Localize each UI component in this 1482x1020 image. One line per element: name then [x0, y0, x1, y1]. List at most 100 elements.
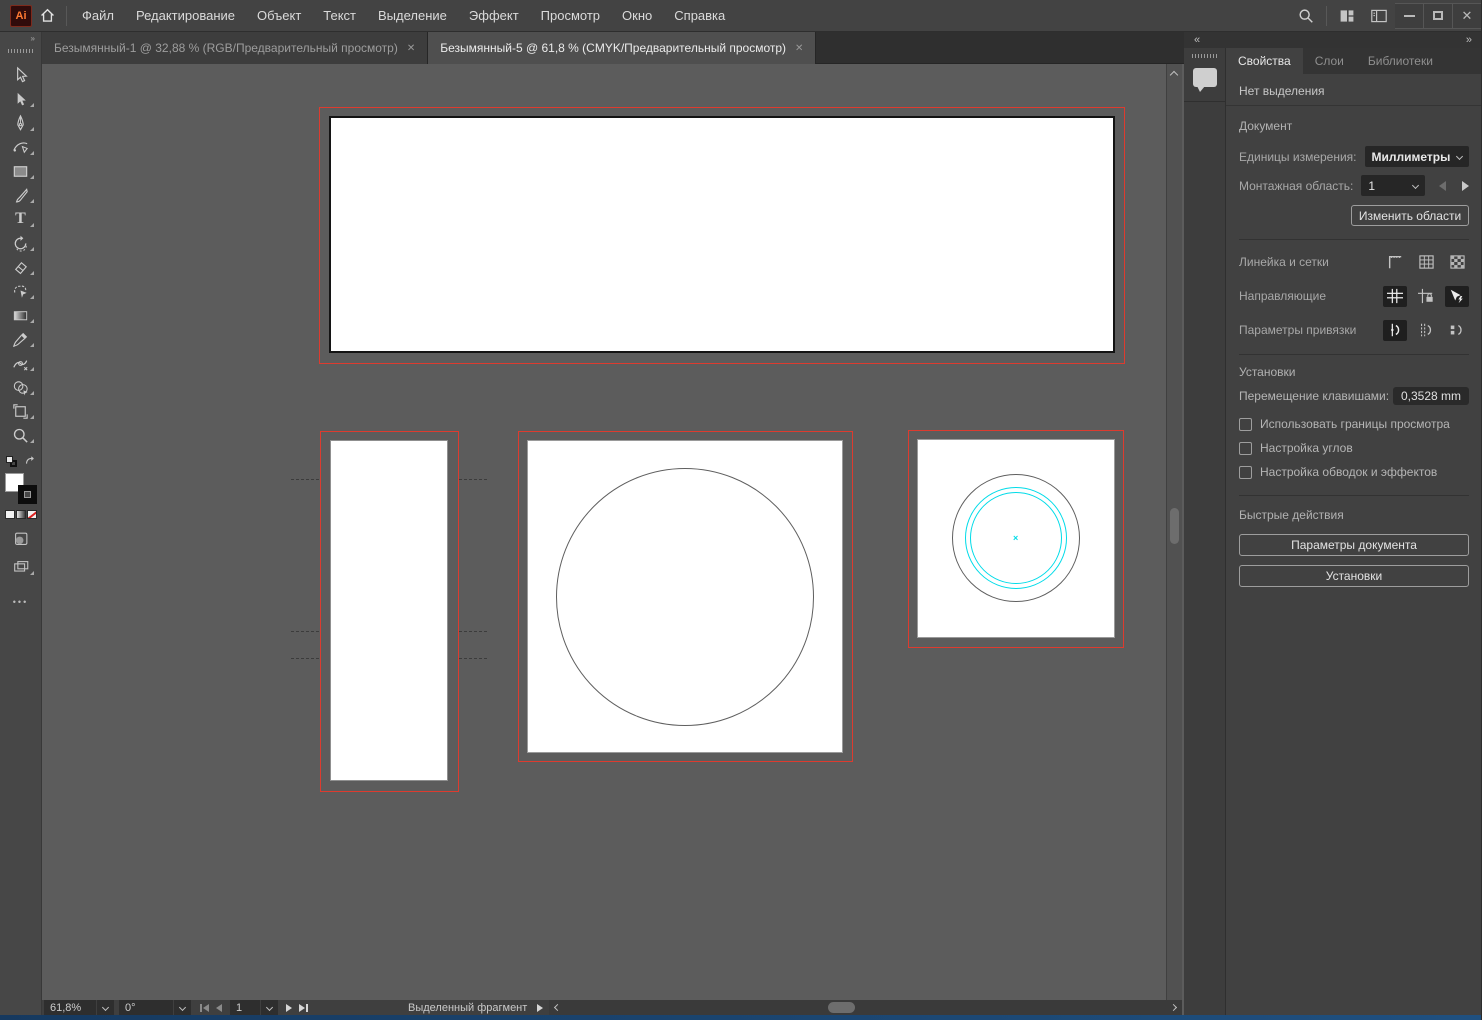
document-tab-2[interactable]: Безымянный-5 @ 61,8 % (CMYK/Предваритель…	[428, 32, 816, 64]
dock-grip-handle[interactable]	[1192, 54, 1218, 58]
stroke-swatch[interactable]	[18, 485, 37, 504]
home-icon[interactable]	[32, 0, 62, 32]
scroll-right-icon[interactable]	[1170, 1004, 1177, 1011]
curvature-tool-icon[interactable]	[0, 135, 42, 159]
snap-to-pixel-icon[interactable]	[1445, 320, 1469, 341]
previous-artboard-icon[interactable]	[1439, 181, 1446, 191]
next-artboard-icon[interactable]	[286, 1004, 292, 1012]
rotation-dropdown[interactable]: 0°	[119, 1000, 191, 1015]
snap-to-grid-icon[interactable]	[1414, 320, 1438, 341]
document-tab-1[interactable]: Безымянный-1 @ 32,88 % (RGB/Предваритель…	[42, 32, 428, 64]
horizontal-scroll-thumb[interactable]	[828, 1002, 855, 1013]
none-button[interactable]	[27, 510, 37, 519]
artboard-dropdown[interactable]: 1	[1361, 175, 1425, 196]
keyboard-increment-field[interactable]: 0,3528 mm	[1393, 387, 1469, 405]
color-button[interactable]	[5, 510, 15, 519]
comments-panel-icon[interactable]	[1193, 68, 1217, 87]
document-tab-2-label: Безымянный-5 @ 61,8 % (CMYK/Предваритель…	[440, 41, 786, 55]
artboard-navigation-dropdown[interactable]: 1	[230, 1000, 278, 1015]
menu-edit[interactable]: Редактирование	[125, 0, 246, 32]
lock-guides-icon[interactable]	[1414, 286, 1438, 307]
checkbox-scale-corners-label: Настройка углов	[1260, 441, 1353, 455]
arrange-documents-icon[interactable]	[1331, 0, 1363, 32]
zoom-level-dropdown[interactable]: 61,8%	[44, 1000, 114, 1015]
last-artboard-icon[interactable]	[299, 1004, 308, 1012]
checkbox-scale-strokes-effects[interactable]	[1239, 466, 1252, 479]
swap-fill-stroke-icon[interactable]	[24, 455, 36, 467]
shape-builder-tool-icon[interactable]	[0, 375, 42, 399]
shaper-tool-icon[interactable]	[0, 279, 42, 303]
close-button[interactable]: ✕	[1453, 3, 1482, 29]
document-setup-button[interactable]: Параметры документа	[1239, 534, 1469, 556]
artboard-2[interactable]	[330, 440, 448, 781]
scroll-left-icon[interactable]	[554, 1004, 561, 1011]
fill-stroke-indicator[interactable]	[5, 473, 37, 504]
guide-dash	[291, 479, 319, 480]
selection-tool-icon[interactable]	[0, 63, 42, 87]
units-dropdown[interactable]: Миллиметры	[1365, 146, 1469, 167]
puppet-warp-tool-icon[interactable]	[0, 351, 42, 375]
artboard-tool-icon[interactable]	[0, 399, 42, 423]
menu-window[interactable]: Окно	[611, 0, 663, 32]
expand-panels-icon[interactable]: »	[1466, 32, 1472, 48]
menu-view[interactable]: Просмотр	[530, 0, 611, 32]
paintbrush-tool-icon[interactable]	[0, 183, 42, 207]
menu-divider	[1326, 6, 1327, 26]
default-fill-stroke-icon[interactable]	[6, 456, 17, 467]
tab-libraries[interactable]: Библиотеки	[1356, 48, 1445, 74]
toolbar-expand-icon[interactable]: »	[0, 32, 41, 46]
tab-layers[interactable]: Слои	[1303, 48, 1356, 74]
large-circle-path[interactable]	[556, 468, 814, 726]
canvas-pasteboard[interactable]: ×	[42, 64, 1166, 1000]
show-grid-icon[interactable]	[1414, 252, 1438, 273]
horizontal-scrollbar[interactable]	[549, 1000, 1182, 1015]
menu-select[interactable]: Выделение	[367, 0, 458, 32]
direct-selection-tool-icon[interactable]	[0, 87, 42, 111]
vertical-scroll-thumb[interactable]	[1170, 508, 1179, 544]
show-guides-icon[interactable]	[1383, 286, 1407, 307]
draw-mode-icon[interactable]	[0, 527, 42, 551]
preferences-button[interactable]: Установки	[1239, 565, 1469, 587]
artboard-1[interactable]	[329, 116, 1115, 353]
toolbar-grip-handle[interactable]	[8, 49, 34, 53]
previous-artboard-icon[interactable]	[216, 1004, 222, 1012]
panel-tab-bar: Свойства Слои Библиотеки	[1226, 48, 1482, 74]
status-menu-icon[interactable]	[537, 1004, 543, 1012]
eyedropper-tool-icon[interactable]	[0, 327, 42, 351]
maximize-button[interactable]	[1424, 3, 1453, 29]
menu-object[interactable]: Объект	[246, 0, 312, 32]
vertical-scrollbar[interactable]	[1166, 64, 1182, 1000]
gradient-tool-icon[interactable]	[0, 303, 42, 327]
close-tab-icon[interactable]: ✕	[407, 43, 415, 54]
screen-mode-icon[interactable]	[0, 555, 42, 579]
next-artboard-icon[interactable]	[1462, 181, 1469, 191]
transparency-grid-icon[interactable]	[1445, 252, 1469, 273]
tab-properties[interactable]: Свойства	[1226, 48, 1303, 74]
checkbox-scale-corners[interactable]	[1239, 442, 1252, 455]
gradient-button[interactable]	[16, 510, 26, 519]
first-artboard-icon[interactable]	[200, 1004, 209, 1012]
search-icon[interactable]	[1290, 0, 1322, 32]
menu-effect[interactable]: Эффект	[458, 0, 530, 32]
checkbox-preview-bounds[interactable]	[1239, 418, 1252, 431]
close-tab-icon[interactable]: ✕	[795, 43, 803, 54]
illustrator-logo-icon: Ai	[10, 5, 32, 27]
pen-tool-icon[interactable]	[0, 111, 42, 135]
workspace-switcher-icon[interactable]	[1363, 0, 1395, 32]
zoom-tool-icon[interactable]	[0, 423, 42, 447]
more-tools-icon[interactable]: •••	[13, 597, 28, 607]
minimize-button[interactable]	[1395, 3, 1424, 29]
rotate-tool-icon[interactable]	[0, 231, 42, 255]
eraser-tool-icon[interactable]	[0, 255, 42, 279]
smart-guides-icon[interactable]	[1445, 286, 1469, 307]
menu-help[interactable]: Справка	[663, 0, 736, 32]
edit-artboards-button[interactable]: Изменить области	[1351, 205, 1469, 226]
show-rulers-icon[interactable]	[1383, 252, 1407, 273]
menu-type[interactable]: Текст	[312, 0, 367, 32]
scroll-up-icon[interactable]	[1170, 71, 1178, 79]
type-tool-icon[interactable]: T	[0, 207, 42, 231]
menu-file[interactable]: Файл	[71, 0, 125, 32]
collapse-panels-icon[interactable]: «	[1194, 32, 1200, 48]
snap-to-point-icon[interactable]	[1383, 320, 1407, 341]
rectangle-tool-icon[interactable]	[0, 159, 42, 183]
